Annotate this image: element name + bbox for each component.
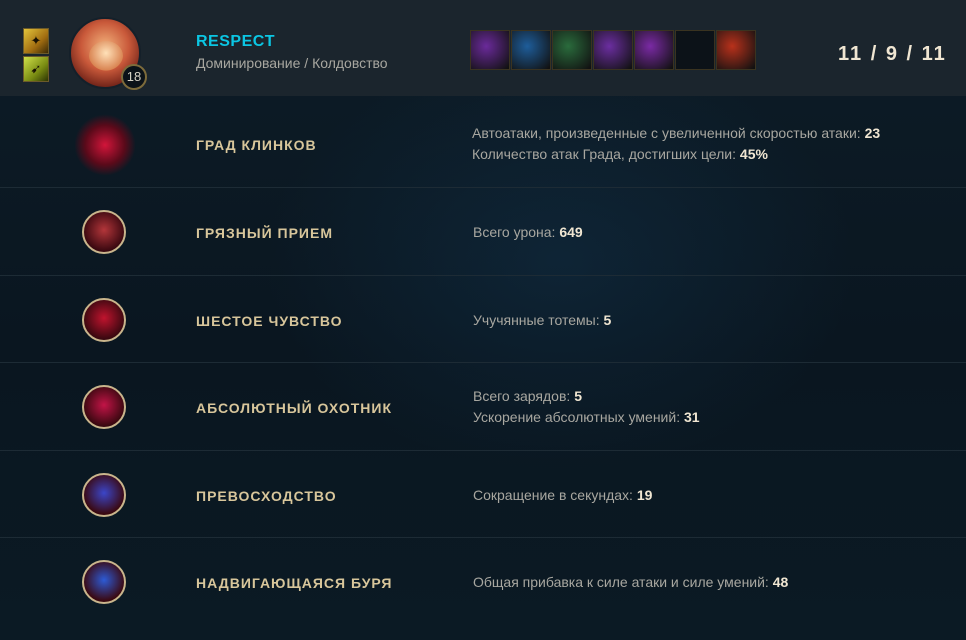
champion-face: [89, 41, 123, 71]
rune-name: ГРЯЗНЫЙ ПРИЕМ: [196, 225, 333, 241]
rune-list: ГРАД КЛИНКОВ Автоатаки, произведенные с у…: [0, 100, 966, 626]
stat-label: Всего зарядов:: [473, 388, 571, 404]
item-slot-7-icon[interactable]: [716, 30, 756, 70]
ghost-icon[interactable]: ➹: [23, 56, 49, 82]
stat-value: 19: [636, 486, 653, 503]
rune-stat: Общая прибавка к силе атаки и силе умени…: [473, 574, 788, 590]
rune-stat: Автоатаки, произведенные с увеличенной с…: [472, 125, 880, 141]
rune-stat: Учучянные тотемы: 5: [473, 312, 611, 328]
rune-name: НАДВИГАЮЩАЯСЯ БУРЯ: [196, 575, 393, 591]
stat-value: 5: [603, 311, 612, 328]
item-slot-3-icon[interactable]: [552, 30, 592, 70]
rune-row: ГРАД КЛИНКОВ Автоатаки, произведенные с у…: [0, 100, 966, 188]
rune-stat: Всего зарядов: 5: [473, 388, 582, 404]
rune-row: ГРЯЗНЫЙ ПРИЕМ Всего урона: 649: [0, 188, 966, 276]
rune-1-icon[interactable]: [74, 114, 136, 176]
stat-label: Ускорение абсолютных умений:: [473, 409, 681, 425]
champion-level-badge: 18: [121, 64, 147, 90]
stat-label: Количество атак Града, достигших цели:: [472, 146, 737, 162]
item-slot-4-icon[interactable]: [593, 30, 633, 70]
rune-name: ПРЕВОСХОДСТВО: [196, 487, 337, 504]
stat-label: Учучянные тотемы:: [473, 311, 600, 328]
stat-value: 45%: [739, 146, 768, 162]
rune-row: АБСОЛЮТНЫЙ ОХОТНИК Всего зарядов: 5 Ускоре…: [0, 363, 966, 451]
rune-paths: Доминирование / Колдовство: [196, 55, 388, 71]
rune-row: НАДВИГАЮЩАЯСЯ БУРЯ Общая прибавка к силе …: [0, 538, 966, 626]
stat-label: Сокращение в секундах:: [473, 486, 633, 503]
rune-2-icon[interactable]: [82, 210, 126, 254]
stat-value: 649: [559, 224, 583, 240]
empty-item-slot[interactable]: [675, 30, 715, 70]
stat-label: Общая прибавка к силе атаки и силе умени…: [473, 574, 769, 590]
stat-value: 48: [772, 574, 789, 590]
rune-stat: Сокращение в секундах: 19: [473, 487, 652, 503]
item-slot-2-icon[interactable]: [511, 30, 551, 70]
rune-row: ПРЕВОСХОДСТВО Сокращение в секундах: 19: [0, 451, 966, 538]
rune-stat: Количество атак Града, достигших цели: 4…: [472, 146, 768, 162]
stat-value: 31: [683, 409, 700, 425]
rune-row: ШЕСТОЕ ЧУВСТВО Учучянные тотемы: 5: [0, 276, 966, 363]
stat-value: 5: [574, 388, 582, 404]
stat-value: 23: [864, 125, 881, 141]
rune-stat: Ускорение абсолютных умений: 31: [473, 409, 700, 425]
rune-stat: Всего урона: 649: [473, 224, 583, 240]
player-header: ✦ ➹ 18 RESPECT Доминирование / Колдовств…: [0, 0, 966, 96]
rune-5-icon[interactable]: [82, 472, 126, 517]
rune-4-icon[interactable]: [82, 385, 126, 429]
summoner-spells: ✦ ➹: [23, 28, 49, 82]
rune-name: ГРАД КЛИНКОВ: [196, 137, 317, 153]
stat-label: Автоатаки, произведенные с увеличенной с…: [472, 125, 861, 141]
rune-name: АБСОЛЮТНЫЙ ОХОТНИК: [196, 400, 393, 416]
rune-3-icon[interactable]: [82, 297, 126, 342]
stat-label: Всего урона:: [473, 224, 556, 240]
rune-6-icon[interactable]: [82, 560, 126, 604]
flash-icon[interactable]: ✦: [23, 28, 49, 54]
rune-name: ШЕСТОЕ ЧУВСТВО: [196, 312, 343, 329]
item-slot-1-icon[interactable]: [470, 30, 510, 70]
item-slots: [470, 30, 757, 72]
item-slot-5-icon[interactable]: [634, 30, 674, 70]
kda-score: 11 / 9 / 11: [838, 43, 947, 65]
player-name[interactable]: RESPECT: [196, 33, 275, 51]
